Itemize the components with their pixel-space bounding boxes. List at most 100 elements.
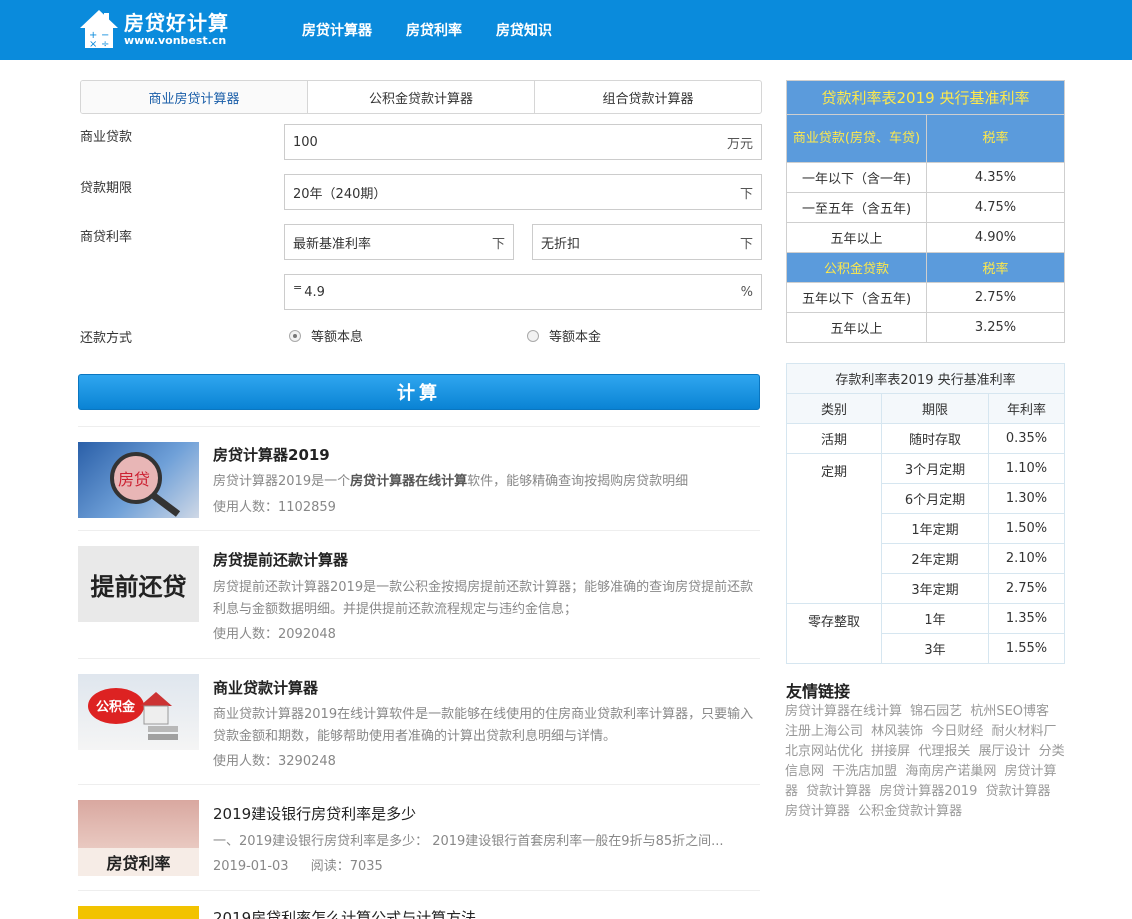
article-item[interactable]: 房贷 房贷计算器2019 房贷计算器2019是一个房贷计算器在线计算软件，能够精… bbox=[78, 426, 760, 530]
rate-value: 4.90% bbox=[926, 222, 1065, 253]
repay-option-label: 等额本金 bbox=[549, 330, 602, 345]
deposit-term: 1年定期 bbox=[881, 513, 989, 544]
rate-type-select[interactable]: 最新基准利率 下 bbox=[284, 224, 514, 260]
col-header-rate: 税率 bbox=[926, 114, 1065, 163]
repay-equal-installment-option[interactable]: 等额本息 bbox=[289, 326, 363, 345]
article-thumbnail[interactable]: 房贷 bbox=[78, 442, 199, 518]
logo-url: www.vonbest.cn bbox=[124, 34, 227, 47]
friend-link[interactable]: 房贷计算器在线计算 bbox=[785, 704, 902, 719]
article-title[interactable]: 2019建设银行房贷利率是多少 bbox=[213, 803, 416, 824]
article-thumbnail[interactable]: 公积金 bbox=[78, 674, 199, 750]
site-logo[interactable]: + − × ÷ 房贷好计算 www.vonbest.cn bbox=[78, 8, 229, 50]
friend-links-title: 友情链接 bbox=[786, 682, 851, 701]
deposit-rate: 1.10% bbox=[988, 453, 1065, 484]
friend-link[interactable]: 耐火材料厂 bbox=[991, 724, 1056, 739]
deposit-term: 随时存取 bbox=[881, 423, 989, 454]
rate-term: 一至五年（含五年) bbox=[786, 192, 927, 223]
tab-combined[interactable]: 组合贷款计算器 bbox=[534, 81, 761, 113]
article-title[interactable]: 商业贷款计算器 bbox=[213, 677, 318, 698]
friend-link[interactable]: 今日财经 bbox=[931, 724, 983, 739]
article-desc: 房贷提前还款计算器2019是一款公积金按揭房提前还款计算器；能够准确的查询房贷提… bbox=[213, 580, 754, 617]
article-date: 2019-01-03 bbox=[213, 859, 289, 874]
deposit-rate: 2.75% bbox=[988, 573, 1065, 604]
friend-link[interactable]: 杭州SEO博客 bbox=[970, 704, 1049, 719]
loan-amount-label: 商业贷款 bbox=[80, 130, 133, 145]
col-header-term: 期限 bbox=[881, 393, 989, 424]
deposit-rate-table-title: 存款利率表2019 央行基准利率 bbox=[786, 363, 1065, 394]
article-thumbnail[interactable] bbox=[78, 906, 199, 919]
rate-type-value: 最新基准利率 bbox=[293, 236, 372, 252]
tab-commercial[interactable]: 商业房贷计算器 bbox=[81, 81, 307, 113]
friend-link[interactable]: 锦石园艺 bbox=[910, 704, 962, 719]
rate-term: 五年以下（含五年) bbox=[786, 282, 927, 313]
friend-link[interactable]: 北京网站优化 bbox=[785, 744, 863, 759]
article-desc: 商业贷款计算器2019在线计算软件是一款能够在线使用的住房商业贷款利率计算器，只… bbox=[213, 707, 754, 744]
loan-rate-table: 贷款利率表2019 央行基准利率 商业贷款(房贷、车贷) 税率 一年以下（含一年… bbox=[786, 80, 1065, 343]
main-nav: 房贷计算器 房贷利率 房贷知识 bbox=[302, 0, 586, 60]
friend-link[interactable]: 房贷计算器2019 bbox=[879, 784, 977, 799]
friend-link[interactable]: 海南房产诺巢网 bbox=[905, 764, 996, 779]
nav-mortgage-calculator[interactable]: 房贷计算器 bbox=[302, 20, 372, 40]
article-reads: 阅读：7035 bbox=[310, 859, 383, 874]
article-date-reads: 2019-01-03 阅读：7035 bbox=[213, 855, 383, 874]
article-title[interactable]: 房贷提前还款计算器 bbox=[213, 549, 348, 570]
friend-link[interactable]: 拼接屏 bbox=[871, 744, 910, 759]
loan-amount-unit: 万元 bbox=[726, 136, 753, 152]
loan-amount-input[interactable]: 100 万元 bbox=[284, 124, 762, 160]
deposit-term: 1年 bbox=[881, 603, 989, 634]
svg-text:÷: ÷ bbox=[101, 39, 109, 50]
rate-value-input[interactable]: = 4.9 % bbox=[284, 274, 762, 310]
article-item[interactable]: 公积金 商业贷款计算器 商业贷款计算器2019在线计算软件是一款能够在线使用的住… bbox=[78, 658, 760, 784]
nav-mortgage-rates[interactable]: 房贷利率 bbox=[406, 20, 462, 40]
col-header-annual-rate: 年利率 bbox=[988, 393, 1065, 424]
thumb-text: 公积金 bbox=[96, 699, 136, 715]
friend-link[interactable]: 公积金贷款计算器 bbox=[858, 804, 962, 819]
repay-option-label: 等额本息 bbox=[311, 330, 364, 345]
thumb-caption: 房贷利率 bbox=[78, 848, 199, 876]
deposit-term: 2年定期 bbox=[881, 543, 989, 574]
rate-value: 4.9 bbox=[304, 284, 325, 300]
repayment-method-label: 还款方式 bbox=[80, 331, 133, 346]
deposit-category: 定期 bbox=[786, 453, 882, 604]
article-title[interactable]: 房贷计算器2019 bbox=[213, 444, 330, 465]
loan-amount-value: 100 bbox=[293, 134, 318, 150]
friend-link[interactable]: 林风装饰 bbox=[871, 724, 923, 739]
radio-checked[interactable] bbox=[289, 329, 301, 342]
loan-term-select[interactable]: 20年（240期） 下 bbox=[284, 174, 762, 210]
rate-prefix: = bbox=[293, 281, 303, 294]
thumb-text: 提前还贷 bbox=[90, 572, 187, 601]
rate-value: 4.75% bbox=[926, 192, 1065, 223]
article-item[interactable]: 2019房贷利率怎么计算公式与计算方法 bbox=[78, 890, 760, 919]
deposit-term: 3年定期 bbox=[881, 573, 989, 604]
rate-value: 3.25% bbox=[926, 312, 1065, 343]
rate-term: 五年以上 bbox=[786, 222, 927, 253]
friend-link[interactable]: 贷款计算器 bbox=[986, 784, 1051, 799]
deposit-category: 零存整取 bbox=[786, 603, 882, 664]
article-item[interactable]: 提前还贷 房贷提前还款计算器 房贷提前还款计算器2019是一款公积金按揭房提前还… bbox=[78, 530, 760, 658]
site-header: + − × ÷ 房贷好计算 www.vonbest.cn 房贷计算器 房贷利率 … bbox=[0, 0, 1132, 60]
deposit-category: 活期 bbox=[786, 423, 882, 454]
calculator-tabs: 商业房贷计算器 公积金贷款计算器 组合贷款计算器 bbox=[80, 80, 762, 114]
rate-term: 一年以下（含一年) bbox=[786, 162, 927, 193]
thumb-text: 房贷利率 bbox=[106, 854, 171, 873]
friend-link[interactable]: 代理报关 bbox=[918, 744, 970, 759]
tab-provident-fund[interactable]: 公积金贷款计算器 bbox=[307, 81, 534, 113]
friend-link[interactable]: 展厅设计 bbox=[978, 744, 1030, 759]
repay-equal-principal-option[interactable]: 等额本金 bbox=[527, 326, 601, 345]
article-title[interactable]: 2019房贷利率怎么计算公式与计算方法 bbox=[213, 907, 476, 919]
house-coins-icon: 公积金 bbox=[88, 688, 178, 740]
friend-link[interactable]: 房贷计算器 bbox=[785, 804, 850, 819]
thumb-text: 房贷 bbox=[118, 470, 150, 489]
article-thumbnail[interactable]: 房贷利率 bbox=[78, 800, 199, 876]
deposit-term: 6个月定期 bbox=[881, 483, 989, 514]
house-calculator-icon: + − × ÷ bbox=[80, 10, 118, 50]
friend-link[interactable]: 贷款计算器 bbox=[806, 784, 871, 799]
article-thumbnail[interactable]: 提前还贷 bbox=[78, 546, 199, 622]
nav-mortgage-knowledge[interactable]: 房贷知识 bbox=[496, 20, 552, 40]
discount-select[interactable]: 无折扣 下 bbox=[532, 224, 762, 260]
article-item[interactable]: 房贷利率 2019建设银行房贷利率是多少 一、2019建设银行房贷利率是多少： … bbox=[78, 784, 760, 890]
friend-link[interactable]: 干洗店加盟 bbox=[832, 764, 897, 779]
calculate-button[interactable]: 计算 bbox=[78, 374, 760, 410]
friend-link[interactable]: 注册上海公司 bbox=[785, 724, 863, 739]
radio-unchecked[interactable] bbox=[527, 329, 539, 342]
